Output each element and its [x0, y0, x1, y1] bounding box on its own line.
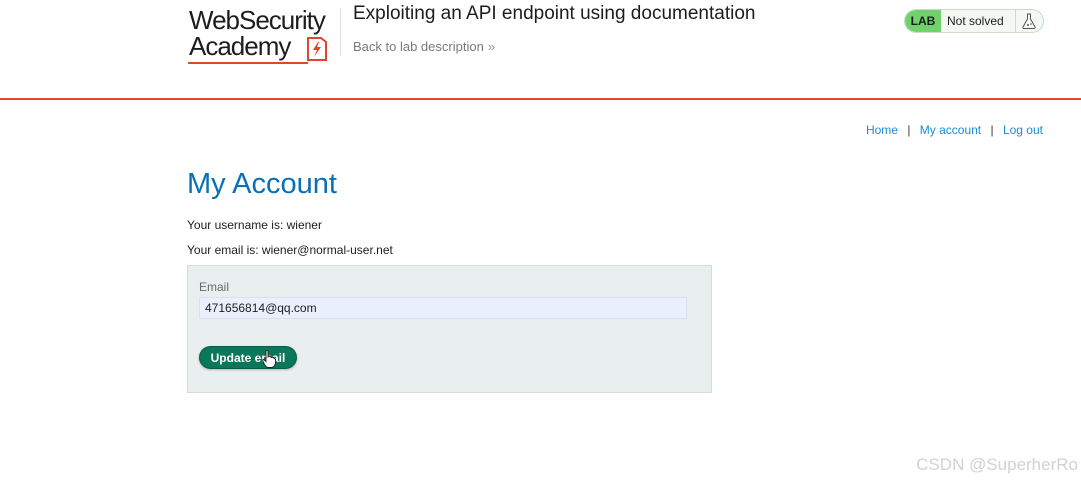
- username-text: Your username is: wiener: [187, 218, 322, 232]
- update-email-form: Email Update email: [187, 265, 712, 393]
- lab-status-text: Not solved: [947, 14, 1004, 28]
- email-field-label: Email: [199, 280, 230, 294]
- logo-text-line2: Academy: [189, 31, 291, 61]
- lab-title: Exploiting an API endpoint using documen…: [353, 3, 756, 24]
- pointer-cursor-icon: [262, 350, 276, 368]
- nav-my-account-link[interactable]: My account: [920, 123, 981, 137]
- header-rule: [0, 98, 1081, 100]
- back-to-lab-link[interactable]: Back to lab description»: [353, 39, 495, 54]
- flask-icon: [1022, 13, 1036, 29]
- nav-home-link[interactable]: Home: [866, 123, 898, 137]
- logo-text-line1: WebSecurity: [189, 5, 326, 35]
- chevron-double-right-icon: »: [487, 39, 496, 54]
- page: WebSecurity Academy Exploiting an API en…: [0, 0, 1081, 481]
- header-divider: [340, 8, 341, 56]
- watermark-text: CSDN @SuperherRo: [916, 455, 1078, 474]
- update-email-button[interactable]: Update email: [199, 346, 297, 369]
- academy-logo[interactable]: WebSecurity Academy: [188, 5, 338, 64]
- lab-status-divider: [1015, 10, 1016, 32]
- nav-separator: |: [907, 123, 911, 137]
- logo-underline: [188, 62, 308, 64]
- lab-badge: LAB: [905, 10, 941, 32]
- lightning-bolt-icon: [307, 37, 327, 61]
- email-field[interactable]: [199, 297, 687, 319]
- nav-separator: |: [990, 123, 994, 137]
- page-title: My Account: [187, 168, 337, 200]
- lab-status-widget[interactable]: LAB Not solved: [904, 9, 1044, 33]
- email-text: Your email is: wiener@normal-user.net: [187, 243, 393, 257]
- top-nav: Home | My account | Log out: [866, 123, 1043, 137]
- header: WebSecurity Academy Exploiting an API en…: [0, 0, 1081, 100]
- nav-log-out-link[interactable]: Log out: [1003, 123, 1043, 137]
- back-link-label: Back to lab description: [353, 39, 484, 54]
